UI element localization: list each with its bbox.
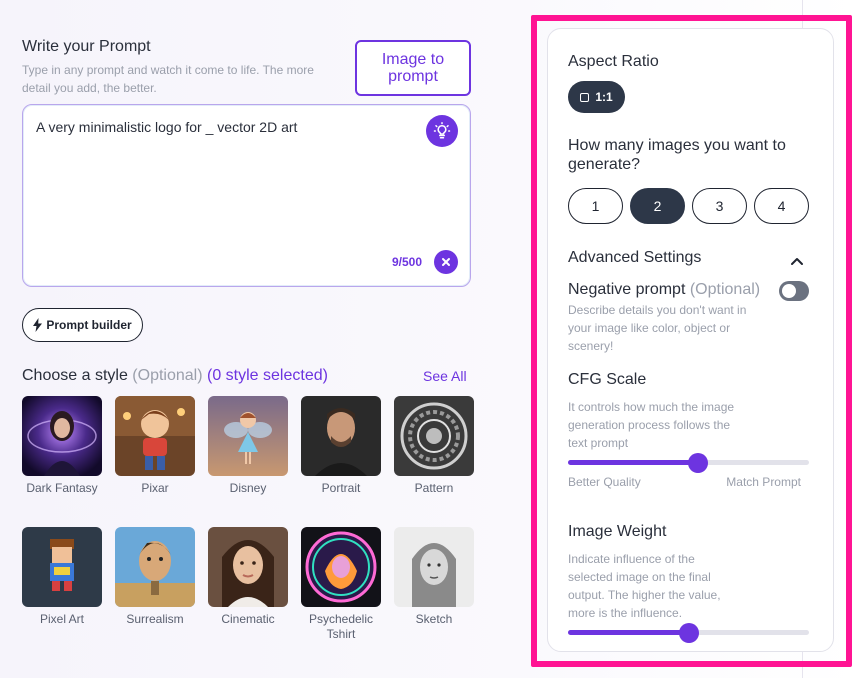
style-tile-cinematic[interactable]: Cinematic xyxy=(208,527,288,627)
style-label: Pattern xyxy=(414,481,454,495)
aspect-ratio-1-1-chip[interactable]: 1:1 xyxy=(568,81,625,113)
count-option-4[interactable]: 4 xyxy=(754,188,809,224)
lightbulb-button[interactable] xyxy=(426,115,458,147)
prompt-title: Write your Prompt xyxy=(22,38,151,55)
style-thumbnail xyxy=(115,527,195,607)
see-all-link[interactable]: See All xyxy=(423,368,467,384)
style-selected-count: (0 style selected) xyxy=(207,367,328,384)
toggle-knob xyxy=(782,284,796,298)
slider-thumb[interactable] xyxy=(678,623,699,643)
count-option-3[interactable]: 3 xyxy=(692,188,747,224)
style-label: Portrait xyxy=(321,481,361,495)
slider-fill xyxy=(568,630,689,635)
count-option-1[interactable]: 1 xyxy=(568,188,623,224)
clear-prompt-button[interactable] xyxy=(434,250,458,274)
style-thumbnail xyxy=(301,396,381,476)
style-thumbnail xyxy=(301,527,381,607)
image-weight-description: Indicate influence of the selected image… xyxy=(568,552,721,620)
slider-fill xyxy=(568,460,699,465)
advanced-settings-title[interactable]: Advanced Settings xyxy=(568,249,701,267)
style-thumbnail xyxy=(394,527,474,607)
style-label: Surrealism xyxy=(126,612,184,626)
style-label: Cinematic xyxy=(221,612,275,626)
close-icon xyxy=(442,258,450,266)
count-option-2[interactable]: 2 xyxy=(630,188,685,224)
style-tile-disney[interactable]: Disney xyxy=(208,396,288,496)
style-thumbnail xyxy=(394,396,474,476)
square-icon xyxy=(580,92,590,102)
negative-prompt-description: Describe details you don't want in your … xyxy=(568,303,747,353)
style-label: Psychedelic Tshirt xyxy=(308,612,374,641)
negative-prompt-optional: (Optional) xyxy=(689,281,761,298)
prompt-builder-label: Prompt builder xyxy=(46,318,132,332)
prompt-text[interactable]: A very minimalistic logo for _ vector 2D… xyxy=(36,119,297,135)
style-thumbnail xyxy=(22,527,102,607)
image-weight-title: Image Weight xyxy=(568,523,667,540)
lightbulb-icon xyxy=(433,122,451,139)
slider-thumb[interactable] xyxy=(688,453,709,473)
style-thumbnail xyxy=(208,396,288,476)
aspect-ratio-title: Aspect Ratio xyxy=(568,53,659,70)
style-tile-dark-fantasy[interactable]: Dark Fantasy xyxy=(22,396,102,496)
cfg-right-label: Match Prompt xyxy=(726,475,801,489)
style-thumbnail xyxy=(115,396,195,476)
negative-prompt-title: Negative prompt (Optional) xyxy=(568,281,760,299)
prompt-panel: Write your Prompt Type in any prompt and… xyxy=(22,0,474,678)
cfg-scale-labels: Better Quality Match Prompt xyxy=(568,475,801,489)
style-label: Pixel Art xyxy=(39,612,84,626)
prompt-builder-button[interactable]: Prompt builder xyxy=(22,308,143,342)
lightning-icon xyxy=(33,318,43,332)
style-tile-psychedelic-tshirt[interactable]: Psychedelic Tshirt xyxy=(301,527,381,642)
image-to-prompt-button[interactable]: Image to prompt xyxy=(355,40,471,96)
prompt-textarea[interactable]: A very minimalistic logo for _ vector 2D… xyxy=(22,104,471,287)
style-section-title: Choose a style (Optional) (0 style selec… xyxy=(22,367,328,385)
style-tile-pattern[interactable]: Pattern xyxy=(394,396,474,496)
cfg-scale-slider[interactable] xyxy=(568,453,809,473)
character-counter: 9/500 xyxy=(391,255,422,269)
cfg-left-label: Better Quality xyxy=(568,475,641,489)
style-tile-portrait[interactable]: Portrait xyxy=(301,396,381,496)
cfg-scale-title: CFG Scale xyxy=(568,371,647,388)
image-count-title: How many images you want to generate? xyxy=(568,137,786,173)
style-thumbnail xyxy=(208,527,288,607)
style-label: Disney xyxy=(229,481,267,495)
style-optional: (Optional) xyxy=(132,367,203,384)
style-label: Pixar xyxy=(141,481,169,495)
settings-panel: Aspect Ratio 1:1 How many images you wan… xyxy=(547,28,834,652)
chevron-up-icon[interactable] xyxy=(789,253,805,269)
style-label: Sketch xyxy=(415,612,453,626)
negative-prompt-label: Negative prompt xyxy=(568,281,686,298)
style-title: Choose a style xyxy=(22,367,128,384)
style-label: Dark Fantasy xyxy=(26,481,98,495)
aspect-ratio-value: 1:1 xyxy=(595,90,613,104)
style-thumbnail xyxy=(22,396,102,476)
style-tile-sketch[interactable]: Sketch xyxy=(394,527,474,627)
image-weight-slider[interactable] xyxy=(568,623,809,643)
negative-prompt-toggle[interactable] xyxy=(779,281,809,301)
cfg-scale-description: It controls how much the image generatio… xyxy=(568,400,735,450)
style-tile-pixar[interactable]: Pixar xyxy=(115,396,195,496)
style-tile-pixel-art[interactable]: Pixel Art xyxy=(22,527,102,627)
style-tile-surrealism[interactable]: Surrealism xyxy=(115,527,195,627)
prompt-description: Type in any prompt and watch it come to … xyxy=(22,63,314,95)
